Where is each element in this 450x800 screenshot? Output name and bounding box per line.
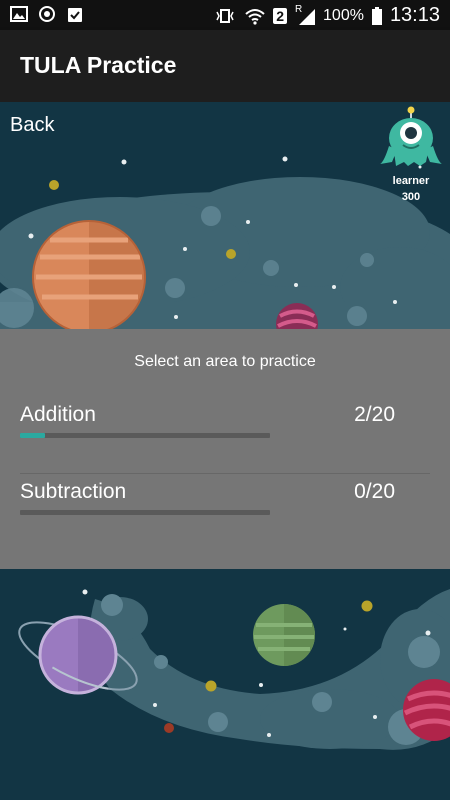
sim-badge: 2 [273, 7, 288, 24]
area-progress-count: 2/20 [354, 403, 395, 426]
alien-avatar-icon [380, 106, 442, 166]
space-background-bottom [0, 569, 450, 800]
green-planet [253, 604, 315, 666]
vibrate-icon [216, 8, 234, 23]
progress-track [20, 433, 270, 438]
gallery-icon [10, 6, 28, 22]
area-name: Subtraction [20, 480, 127, 503]
clipboard-check-icon [68, 8, 82, 22]
status-bar: 2 R 100% 13:13 [0, 0, 450, 30]
wifi-icon [245, 8, 265, 25]
app-title: TULA Practice [20, 52, 177, 78]
signal-icon: R [295, 4, 316, 25]
battery-icon [371, 6, 382, 25]
profile-badge[interactable]: learner 300 [378, 106, 444, 203]
clock: 13:13 [389, 4, 440, 26]
battery-percentage: 100% [323, 6, 364, 24]
area-progress-count: 0/20 [354, 480, 395, 503]
divider [20, 473, 430, 474]
sync-icon [39, 6, 55, 22]
profile-score: 300 [401, 191, 421, 203]
practice-panel: Select an area to practice Addition 2/20… [0, 329, 450, 569]
profile-name: learner [392, 175, 430, 187]
panel-title: Select an area to practice [134, 353, 316, 370]
orange-planet [32, 220, 146, 329]
practice-area-addition[interactable]: Addition 2/20 [20, 403, 430, 443]
progress-track [20, 510, 270, 515]
app-toolbar: TULA Practice [0, 30, 450, 102]
progress-fill [20, 433, 45, 438]
back-button[interactable]: Back [10, 114, 54, 137]
practice-area-subtraction[interactable]: Subtraction 0/20 [20, 480, 430, 520]
area-name: Addition [20, 403, 96, 426]
